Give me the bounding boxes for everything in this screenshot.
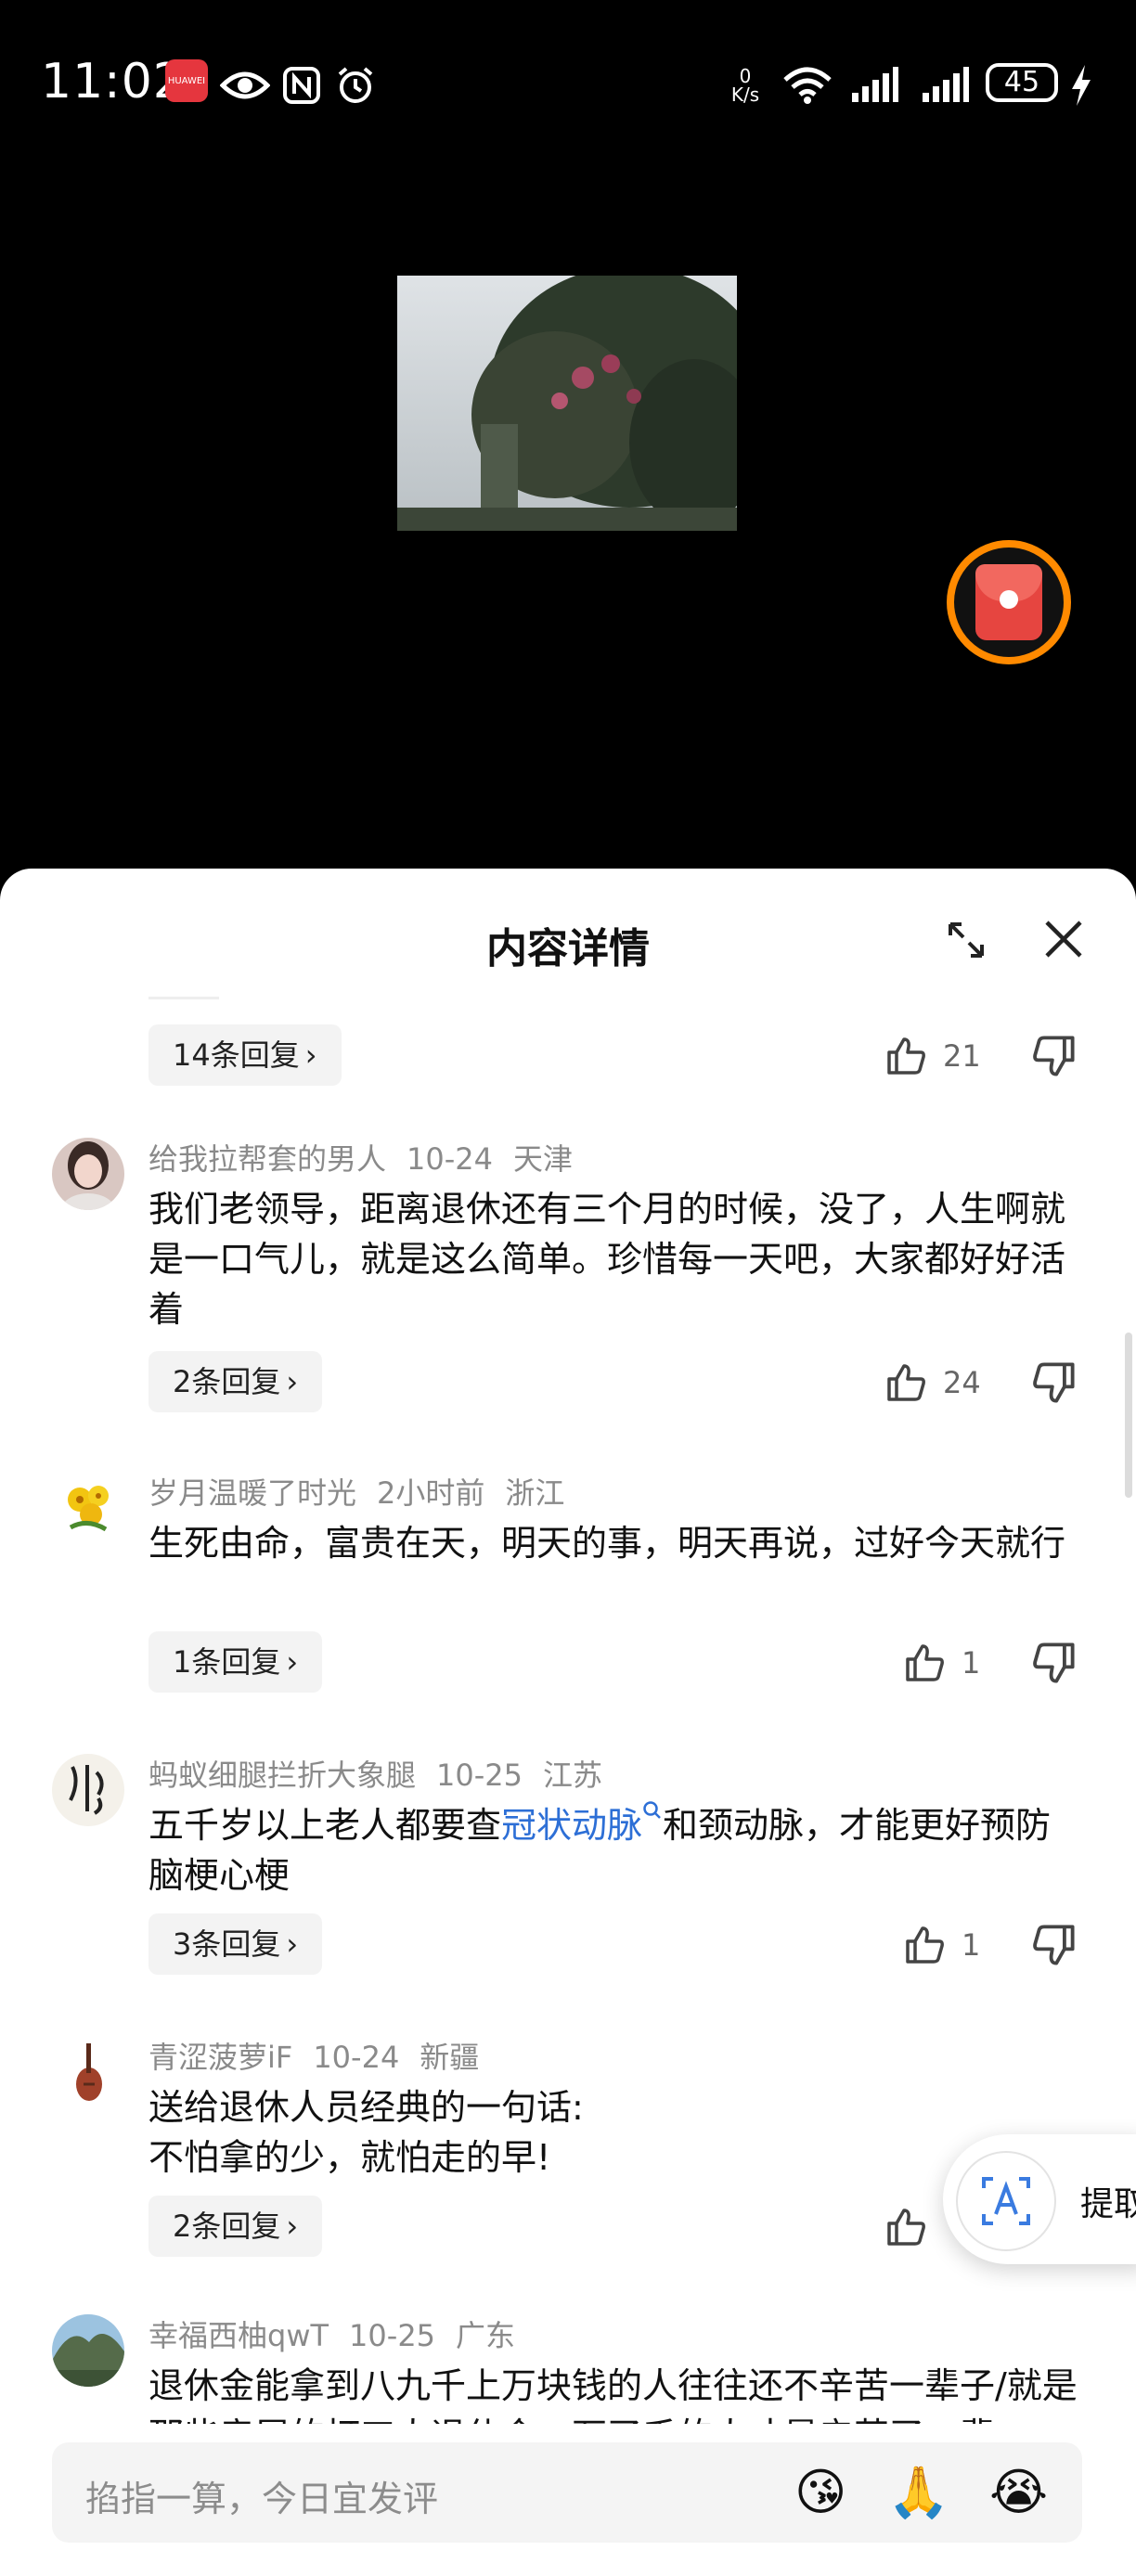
comment-meta: 蚂蚁细腿拦折大象腿 10-25 江苏 xyxy=(148,1752,623,1795)
thumbs-up-icon xyxy=(887,1037,925,1075)
comment-text: 五千岁以上老人都要查冠状动脉 和颈动脉，才能更好预防脑梗心梗 xyxy=(148,1800,1086,1900)
comment-meta: 青涩菠萝iF 10-24 新疆 xyxy=(148,2034,499,2077)
comment-region: 江苏 xyxy=(543,1758,603,1793)
thumbs-up-icon xyxy=(906,1926,944,1964)
net-speed: 0 K/s xyxy=(722,59,768,111)
comment-text: 送给退休人员经典的一句话: 不怕拿的少，就怕走的早! xyxy=(148,2082,1086,2183)
extract-text-label: 提取 xyxy=(1080,2185,1136,2223)
comment-region: 广东 xyxy=(456,2318,516,2353)
comment-text-line: 不怕拿的少，就怕走的早! xyxy=(148,2137,551,2178)
pray-emoji-icon[interactable]: 🙏 xyxy=(887,2461,949,2524)
replies-button[interactable]: 14条回复 › xyxy=(148,1024,342,1086)
comment-date: 10-25 xyxy=(436,1758,523,1793)
alarm-icon xyxy=(332,59,379,111)
chevron-right-icon: › xyxy=(304,1037,317,1073)
comment-username[interactable]: 岁月温暖了时光 xyxy=(148,1475,356,1511)
comment-date: 2小时前 xyxy=(377,1475,485,1511)
status-bar: 11:02 HUAWEI 0 K/s 45 xyxy=(0,0,1136,167)
comment-meta: 给我拉帮套的男人 10-24 天津 xyxy=(148,1136,593,1179)
like-button[interactable]: 21 xyxy=(885,1028,981,1084)
chevron-right-icon: › xyxy=(286,1364,299,1399)
thumbs-up-icon xyxy=(887,2209,925,2246)
thumbs-up-icon xyxy=(906,1644,944,1681)
close-icon[interactable] xyxy=(1039,915,1088,963)
comment-date: 10-24 xyxy=(407,1141,493,1177)
chevron-right-icon: › xyxy=(286,2209,299,2244)
net-speed-unit: K/s xyxy=(730,84,760,106)
search-link[interactable]: 冠状动脉 xyxy=(501,1801,663,1846)
comment-text-line: 送给退休人员经典的一句话: xyxy=(148,2087,584,2128)
clock: 11:02 xyxy=(41,54,185,109)
comment-region: 新疆 xyxy=(420,2040,480,2075)
comment-region: 浙江 xyxy=(505,1475,565,1511)
chevron-right-icon: › xyxy=(286,1644,299,1680)
wifi-icon xyxy=(780,59,835,111)
like-button[interactable]: 24 xyxy=(885,1355,981,1410)
comment-username[interactable]: 给我拉帮套的男人 xyxy=(148,1141,386,1177)
like-count: 1 xyxy=(962,1645,981,1681)
kiss-emoji-icon[interactable]: 😘 xyxy=(794,2461,846,2524)
replies-label: 14条回复 xyxy=(173,1037,300,1073)
nfc-icon xyxy=(278,59,325,111)
replies-label: 2条回复 xyxy=(173,1364,281,1399)
comment-region: 天津 xyxy=(513,1141,574,1177)
replies-button[interactable]: 2条回复 › xyxy=(148,1351,323,1412)
avatar[interactable] xyxy=(52,2314,124,2387)
replies-button[interactable]: 3条回复 › xyxy=(148,1913,323,1975)
comment-meta: 岁月温暖了时光 2小时前 浙江 xyxy=(148,1470,585,1513)
avatar[interactable] xyxy=(52,1472,124,1544)
thumbs-up-icon xyxy=(887,1364,925,1401)
replies-button[interactable]: 2条回复 › xyxy=(148,2196,323,2257)
like-count: 21 xyxy=(943,1038,981,1074)
comment-input-placeholder: 掐指一算，今日宜发评 xyxy=(85,2479,439,2519)
expand-icon[interactable] xyxy=(943,917,989,963)
signal-icon xyxy=(846,59,902,111)
signal-icon xyxy=(917,59,973,111)
comment-date: 10-24 xyxy=(313,2040,400,2075)
like-count: 1 xyxy=(962,1927,981,1963)
red-envelope-icon xyxy=(975,564,1042,640)
replies-label: 3条回复 xyxy=(173,1926,281,1962)
comment-text-part: 五千岁以上老人都要查 xyxy=(148,1805,502,1846)
chevron-right-icon: › xyxy=(286,1926,299,1962)
search-link-label: 冠状动脉 xyxy=(501,1805,643,1846)
extract-text-button[interactable]: 提取 xyxy=(943,2134,1136,2264)
net-speed-value: 0 xyxy=(739,65,752,87)
comment-username[interactable]: 蚂蚁细腿拦折大象腿 xyxy=(148,1758,416,1793)
avatar[interactable] xyxy=(52,1138,124,1210)
comment-input-bar: 掐指一算，今日宜发评 😘 🙏 😭 xyxy=(0,2424,1136,2576)
comment-input[interactable]: 掐指一算，今日宜发评 😘 🙏 😭 xyxy=(52,2442,1082,2543)
video-preview[interactable] xyxy=(397,276,737,531)
thumbs-down-icon[interactable] xyxy=(1032,1923,1077,1967)
like-button[interactable]: 1 xyxy=(904,1635,980,1691)
app-badge-icon: HUAWEI xyxy=(165,59,208,102)
replies-label: 2条回复 xyxy=(173,2209,281,2244)
cry-emoji-icon[interactable]: 😭 xyxy=(989,2461,1048,2524)
comment-username[interactable]: 青涩菠萝iF xyxy=(148,2040,292,2075)
thumbs-down-icon[interactable] xyxy=(1032,1034,1077,1078)
text-recognition-icon xyxy=(956,2151,1056,2251)
content-detail-panel: 内容详情 14条回复 › 21 给我拉帮套的男人 10-24 天津 我们老领导，距离退… xyxy=(0,869,1136,2576)
scrollbar[interactable] xyxy=(1125,1333,1132,1498)
eye-icon xyxy=(219,59,271,111)
like-button[interactable]: 1 xyxy=(904,1917,980,1973)
battery-level: 45 xyxy=(986,63,1058,102)
replies-label: 1条回复 xyxy=(173,1644,281,1680)
search-icon xyxy=(643,1801,661,1820)
divider xyxy=(148,997,219,999)
red-packet-button[interactable] xyxy=(947,540,1071,664)
like-count: 24 xyxy=(943,1365,981,1400)
avatar[interactable] xyxy=(52,1754,124,1826)
comment-username[interactable]: 幸福西柚qwT xyxy=(148,2318,329,2353)
comment-text: 我们老领导，距离退休还有三个月的时候，没了，人生啊就是一口气儿，就是这么简单。珍… xyxy=(148,1189,1066,1330)
comment-text: 生死由命，富贵在天，明天的事，明天再说，过好今天就行 xyxy=(148,1523,1066,1564)
replies-button[interactable]: 1条回复 › xyxy=(148,1631,323,1693)
avatar[interactable] xyxy=(52,2036,124,2108)
charging-icon xyxy=(1067,59,1095,111)
comment-meta: 幸福西柚qwT 10-25 广东 xyxy=(148,2312,536,2355)
comment-date: 10-25 xyxy=(349,2318,436,2353)
thumbs-down-icon[interactable] xyxy=(1032,1641,1077,1685)
like-button[interactable] xyxy=(885,2199,943,2255)
thumbs-down-icon[interactable] xyxy=(1032,1360,1077,1405)
